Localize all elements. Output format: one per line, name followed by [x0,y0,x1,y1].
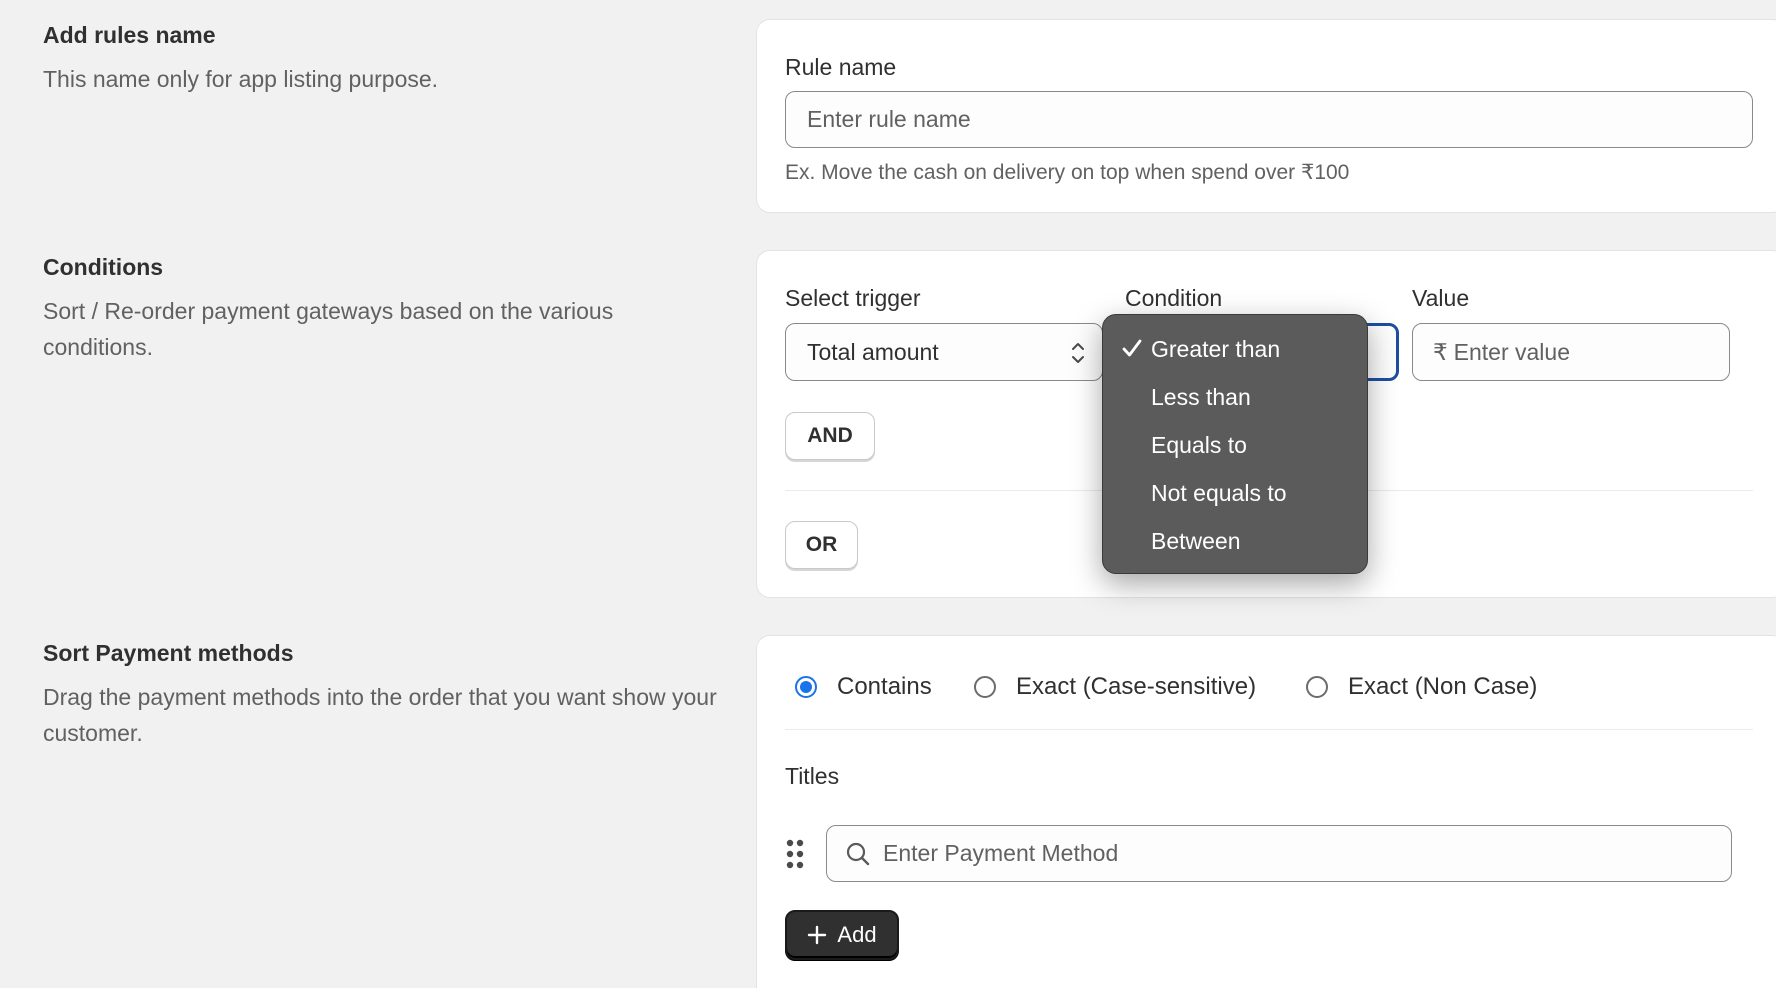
condition-option-label: Between [1151,527,1241,554]
check-icon [1121,337,1143,359]
conditions-section-description: Sort / Re-order payment gateways based o… [43,298,614,360]
exact-case-sensitive-radio[interactable] [974,676,996,698]
value-placeholder: Enter value [1453,338,1570,365]
rule-name-section-title: Add rules name [43,22,216,48]
condition-option-between[interactable]: Between [1103,517,1367,565]
add-button[interactable]: Add [785,910,899,960]
trigger-select[interactable]: Total amount [785,323,1103,381]
select-chevrons-icon [1070,340,1086,372]
rule-name-help-text: Ex. Move the cash on delivery on top whe… [785,161,1350,184]
rule-name-section-description: This name only for app listing purpose. [43,66,439,92]
payment-method-placeholder: Enter Payment Method [883,840,1119,866]
drag-handle-icon[interactable] [785,838,805,875]
condition-option-not-equals-to[interactable]: Not equals to [1103,469,1367,517]
contains-radio-label: Contains [837,673,932,700]
condition-option-label: Not equals to [1151,479,1287,506]
condition-option-greater-than[interactable]: Greater than [1103,325,1367,373]
rule-name-label: Rule name [785,54,897,80]
match-option-contains[interactable]: Contains [795,673,932,701]
condition-dropdown-menu: Greater than Less than Equals to Not equ… [1102,314,1368,574]
match-option-exact-case-sensitive[interactable]: Exact (Case-sensitive) [974,673,1256,701]
exact-non-case-label: Exact (Non Case) [1348,673,1538,700]
conditions-section-intro: Conditions Sort / Re-order payment gatew… [43,254,663,365]
or-button[interactable]: OR [785,521,858,569]
payment-method-search-input[interactable]: Enter Payment Method [826,825,1732,882]
sort-section-title: Sort Payment methods [43,640,294,666]
condition-option-label: Less than [1151,383,1251,410]
contains-radio[interactable] [795,676,817,698]
titles-label: Titles [785,763,840,789]
sort-section-intro: Sort Payment methods Drag the payment me… [43,640,743,751]
exact-non-case-radio[interactable] [1306,676,1328,698]
search-icon [845,841,871,867]
conditions-section-title: Conditions [43,254,164,280]
rule-name-section-intro: Add rules name This name only for app li… [43,22,733,97]
currency-symbol: ₹ [1433,338,1448,365]
rule-name-card: Rule name Enter rule name Ex. Move the c… [756,19,1776,213]
add-button-label: Add [837,922,877,947]
and-button[interactable]: AND [785,412,875,460]
condition-option-label: Greater than [1151,335,1281,362]
plus-icon [807,925,827,945]
trigger-select-value: Total amount [807,338,939,365]
rule-name-placeholder: Enter rule name [807,106,971,132]
condition-label: Condition [1125,285,1223,311]
sort-card: Contains Exact (Case-sensitive) Exact (N… [756,635,1776,988]
condition-option-label: Equals to [1151,431,1247,458]
condition-option-equals-to[interactable]: Equals to [1103,421,1367,469]
exact-case-sensitive-label: Exact (Case-sensitive) [1016,673,1257,700]
value-input[interactable]: ₹ Enter value [1412,323,1730,381]
value-label: Value [1412,285,1470,311]
rule-name-input[interactable]: Enter rule name [785,91,1753,148]
sort-section-description: Drag the payment methods into the order … [43,684,717,746]
sort-divider [785,729,1753,730]
select-trigger-label: Select trigger [785,285,921,311]
match-option-exact-non-case[interactable]: Exact (Non Case) [1306,673,1537,701]
condition-option-less-than[interactable]: Less than [1103,373,1367,421]
